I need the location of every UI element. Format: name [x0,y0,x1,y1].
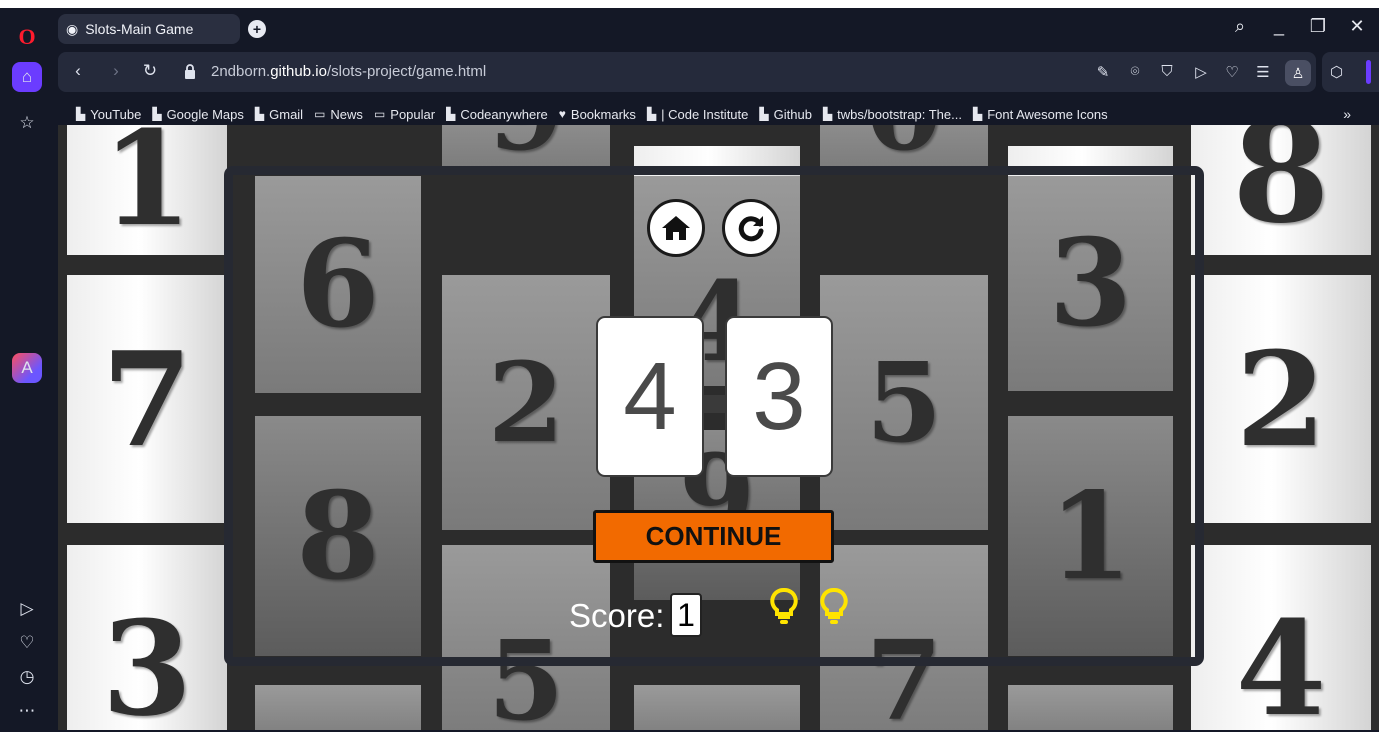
bookmark-popular[interactable]: ▭ Popular [374,107,435,122]
number-card-left[interactable]: 4 [596,316,704,477]
browser-sidebar: O ⌂ ☆ A ▷ ♡ ◷ ⋯ [0,8,54,732]
home-button[interactable] [647,199,705,257]
background-tile-edge [634,685,800,730]
camera-icon[interactable]: ⌾ [1125,63,1145,80]
close-icon[interactable]: ✕ [1345,16,1369,37]
background-tile: 4 [1191,545,1371,730]
page-viewport: 1 9 0 8 6 4 3 7 2 5 2 8 9 1 3 5 7 4 4 3 … [58,125,1379,730]
favorite-heart-icon[interactable]: ♡ [1222,63,1242,81]
restore-icon[interactable]: ❐ [1306,16,1330,37]
score-value: 1 [670,593,702,637]
aria-ai-icon[interactable]: A [12,353,42,383]
bookmark-label: Gmail [269,106,304,122]
shield-icon[interactable]: ⛉ [1157,63,1177,80]
page-icon: ▙ [646,107,657,121]
opera-logo-icon[interactable]: O [12,22,42,52]
page-icon: ▙ [759,107,769,121]
bookmarks-overflow-icon[interactable]: » [1343,106,1351,122]
continue-button[interactable]: CONTINUE [593,510,834,563]
page-icon: ▙ [76,107,86,121]
bookmark-label: Popular [390,106,436,122]
bookmark-google-maps[interactable]: ▙ Google Maps [152,107,244,122]
bookmark-label: YouTube [90,106,142,122]
number-card-right[interactable]: 3 [725,316,833,477]
player-icon[interactable]: ▷ [12,594,42,624]
bookmark-label: Font Awesome Icons [987,106,1108,122]
card-joiner [703,395,725,413]
forward-icon[interactable]: › [106,61,126,81]
bookmark-font-awesome[interactable]: ▙ Font Awesome Icons [973,107,1108,122]
page-icon: ▙ [822,107,833,121]
send-icon[interactable]: ▷ [1191,63,1211,81]
score-label: Score: [569,597,665,634]
hint-lightbulb-icon[interactable] [820,587,848,634]
heart-icon[interactable]: ♡ [12,628,42,658]
new-tab-button[interactable]: + [248,20,266,38]
bookmark-label: Google Maps [166,106,244,122]
bookmark-label: Github [773,106,812,122]
tab-title: Slots-Main Game [85,21,194,37]
bookmark-label: | Code Institute [661,106,749,122]
bookmark-gmail[interactable]: ▙ Gmail [255,107,303,122]
reload-icon[interactable]: ↻ [140,61,160,81]
search-icon[interactable]: ⌕ [1228,16,1252,37]
bookmark-label: Bookmarks [570,106,636,122]
restart-button[interactable] [722,199,780,257]
background-tile: 8 [1191,125,1371,255]
sidebar-accent-bar [1366,60,1371,84]
bookmark-label: twbs/bootstrap: The... [837,106,962,122]
extensions-cube-icon[interactable]: ⬡ [1330,63,1343,81]
background-tile: 7 [67,275,227,523]
tab-strip: ◉ Slots-Main Game + ⌕ _ ❐ ✕ [54,8,1379,48]
bookmark-github[interactable]: ▙ Github [759,107,812,122]
url-prefix: 2ndborn. [211,63,271,80]
bookmark-label: News [330,106,363,122]
hint-lightbulb-icon[interactable] [770,587,798,634]
minimize-icon[interactable]: _ [1267,16,1291,37]
back-icon[interactable]: ‹ [68,61,88,81]
url-path: /slots-project/game.html [326,63,487,80]
globe-icon: ◉ [66,20,79,37]
background-tile-edge [1008,685,1173,730]
lock-icon [184,64,196,84]
home-icon [662,216,690,240]
background-tile-edge [255,685,421,730]
page-icon: ▙ [972,107,983,121]
background-tile: 2 [1191,275,1371,523]
star-icon[interactable]: ☆ [12,108,42,138]
folder-icon: ▭ [314,107,326,121]
page-icon: ▙ [254,107,265,121]
address-bar: ‹ › ↻ 2ndborn.github.io/slots-project/ga… [58,52,1316,92]
bookmark-label: Codeanywhere [460,106,548,122]
url-domain: github.io [270,63,327,80]
heart-icon: ♥ [558,107,566,121]
home-icon[interactable]: ⌂ [12,62,42,92]
settings-sliders-icon[interactable]: ☰ [1253,63,1273,81]
history-icon[interactable]: ◷ [12,662,42,692]
tab-slots-main-game[interactable]: ◉ Slots-Main Game [58,14,240,44]
restart-icon [738,216,764,242]
bookmark-bookmarks[interactable]: ♥ Bookmarks [559,107,636,122]
background-tile: 3 [67,545,227,730]
edit-icon[interactable]: ✎ [1093,63,1113,81]
page-icon: ▙ [446,107,456,121]
game-board-frame [224,166,1204,666]
bookmark-codeanywhere[interactable]: ▙ Codeanywhere [446,107,548,122]
url-input[interactable]: 2ndborn.github.io/slots-project/game.htm… [211,63,486,80]
folder-icon: ▭ [373,107,386,121]
bookmark-code-institute[interactable]: ▙ | Code Institute [647,107,748,122]
bookmark-news[interactable]: ▭ News [314,107,363,122]
extensions-panel: ⬡ [1322,52,1379,92]
page-icon: ▙ [152,107,162,121]
background-tile: 1 [67,125,227,255]
bookmark-youtube[interactable]: ▙ YouTube [76,107,141,122]
more-icon[interactable]: ⋯ [12,696,42,726]
bookmark-bootstrap[interactable]: ▙ twbs/bootstrap: The... [823,107,962,122]
profile-icon[interactable]: ♙ [1285,60,1311,86]
